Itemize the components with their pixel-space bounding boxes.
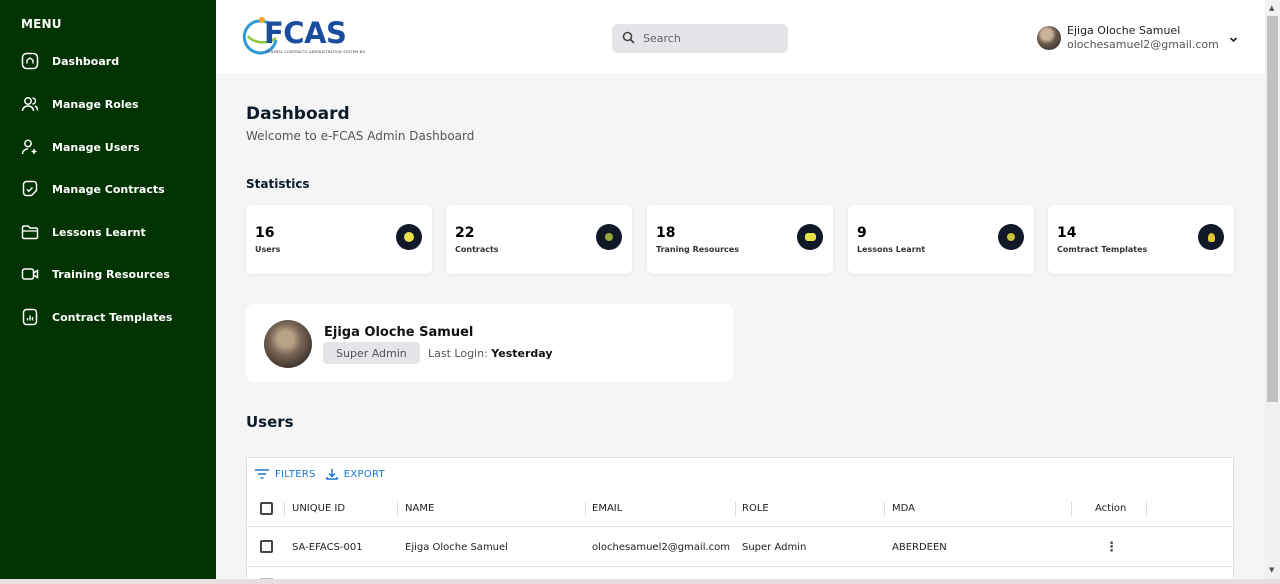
stat-card-contract-templates[interactable]: 14 Comtract Templates xyxy=(1048,205,1234,274)
sidebar-item-label: Contract Templates xyxy=(52,310,173,324)
stat-card-lessons-learnt[interactable]: 9 Lessons Learnt xyxy=(848,205,1034,274)
bottom-edge xyxy=(0,579,1280,584)
search-input[interactable] xyxy=(643,32,773,45)
sidebar-item-training-resources[interactable]: Training Resources xyxy=(21,263,170,285)
row-checkbox[interactable] xyxy=(260,540,273,553)
column-header-mda[interactable]: MDA xyxy=(892,490,915,527)
last-login-value: Yesterday xyxy=(491,347,553,360)
lessons-stat-icon xyxy=(998,224,1024,250)
search-icon xyxy=(622,29,635,48)
row-actions-menu-icon[interactable]: ⋮ xyxy=(1105,527,1118,567)
report-icon xyxy=(21,308,39,326)
chevron-down-icon[interactable] xyxy=(1229,29,1238,48)
export-button[interactable]: EXPORT xyxy=(325,468,385,480)
stat-label: Lessons Learnt xyxy=(857,245,926,254)
contract-icon xyxy=(21,180,39,198)
avatar xyxy=(264,320,312,368)
sidebar-item-label: Training Resources xyxy=(52,267,170,281)
cell-unique-id: SA-EFACS-001 xyxy=(292,541,363,553)
stat-value: 16 xyxy=(255,225,275,241)
avatar xyxy=(1037,26,1061,50)
sidebar: MENU Dashboard Manage Roles Manage Users… xyxy=(0,0,216,579)
sidebar-item-lessons-learnt[interactable]: Lessons Learnt xyxy=(21,221,146,243)
last-login: Last Login: Yesterday xyxy=(428,347,553,360)
profile-card: Ejiga Oloche Samuel Super Admin Last Log… xyxy=(246,304,733,382)
logo-text: FCAS xyxy=(264,16,347,50)
page-subtitle: Welcome to e-FCAS Admin Dashboard xyxy=(246,129,475,143)
sidebar-item-label: Manage Roles xyxy=(52,97,139,111)
users-stat-icon xyxy=(396,224,422,250)
folder-icon xyxy=(21,223,39,241)
last-login-label: Last Login: xyxy=(428,347,488,360)
logo-tagline: FEDERAL CONTRACTS ADMINISTRATION SYSTEM … xyxy=(266,50,366,54)
stat-card-contracts[interactable]: 22 Contracts xyxy=(446,205,632,274)
table-toolbar: FILTERS EXPORT xyxy=(255,467,395,481)
sidebar-item-manage-contracts[interactable]: Manage Contracts xyxy=(21,178,165,200)
cell-name: Ejiga Oloche Samuel xyxy=(405,541,508,553)
users-section-title: Users xyxy=(246,413,294,431)
column-header-role[interactable]: ROLE xyxy=(742,490,769,527)
stat-card-training-resources[interactable]: 18 Traning Resources xyxy=(647,205,833,274)
page-title: Dashboard xyxy=(246,104,350,124)
logo[interactable]: FCAS FEDERAL CONTRACTS ADMINISTRATION SY… xyxy=(242,12,366,58)
select-all-checkbox[interactable] xyxy=(260,502,273,515)
lightbulb-icon xyxy=(1198,224,1224,250)
scroll-thumb[interactable] xyxy=(1267,16,1278,402)
sidebar-item-label: Dashboard xyxy=(52,54,120,68)
download-icon xyxy=(325,469,338,480)
user-plus-icon xyxy=(21,138,39,156)
home-icon xyxy=(21,52,39,70)
top-header: FCAS FEDERAL CONTRACTS ADMINISTRATION SY… xyxy=(216,0,1265,74)
user-menu[interactable]: Ejiga Oloche Samuel olochesamuel2@gmail.… xyxy=(1037,24,1238,52)
sidebar-item-manage-users[interactable]: Manage Users xyxy=(21,136,140,158)
menu-title: MENU xyxy=(21,17,62,31)
sidebar-item-contract-templates[interactable]: Contract Templates xyxy=(21,306,172,328)
table-header: UNIQUE ID NAME EMAIL ROLE MDA Action xyxy=(247,490,1233,527)
filter-icon xyxy=(255,469,269,479)
stat-value: 9 xyxy=(857,225,867,241)
column-header-name[interactable]: NAME xyxy=(405,490,434,527)
export-label: EXPORT xyxy=(343,468,385,480)
cell-email: olochesamuel2@gmail.com xyxy=(592,541,731,553)
scroll-down-arrow-icon[interactable]: ▼ xyxy=(1269,566,1274,574)
stat-label: Users xyxy=(255,245,281,254)
stat-value: 14 xyxy=(1057,225,1077,241)
scroll-up-arrow-icon[interactable]: ▲ xyxy=(1269,4,1274,12)
stat-value: 18 xyxy=(656,225,676,241)
profile-name: Ejiga Oloche Samuel xyxy=(324,325,474,340)
sidebar-item-dashboard[interactable]: Dashboard xyxy=(21,50,119,72)
stat-label: Contracts xyxy=(455,245,499,254)
stat-label: Comtract Templates xyxy=(1057,245,1148,254)
search-box[interactable] xyxy=(612,24,788,53)
cell-role: Super Admin xyxy=(742,541,807,553)
sidebar-item-label: Manage Contracts xyxy=(52,182,165,196)
sidebar-item-label: Lessons Learnt xyxy=(52,225,146,239)
column-header-unique-id[interactable]: UNIQUE ID xyxy=(292,490,345,527)
stat-label: Traning Resources xyxy=(656,245,739,254)
header-user-email: olochesamuel2@gmail.com xyxy=(1067,38,1219,51)
header-user-name: Ejiga Oloche Samuel xyxy=(1067,24,1181,37)
column-header-email[interactable]: EMAIL xyxy=(592,490,622,527)
stat-value: 22 xyxy=(455,225,475,241)
stat-card-users[interactable]: 16 Users xyxy=(246,205,432,274)
video-icon xyxy=(21,265,39,283)
role-badge: Super Admin xyxy=(323,342,420,364)
table-row[interactable]: SA-EFACS-001 Ejiga Oloche Samuel oloches… xyxy=(247,527,1233,567)
training-stat-icon xyxy=(797,224,823,250)
users-icon xyxy=(21,95,39,113)
column-header-action: Action xyxy=(1095,503,1127,514)
contracts-stat-icon xyxy=(596,224,622,250)
filters-button[interactable]: FILTERS xyxy=(255,468,316,480)
statistics-title: Statistics xyxy=(246,177,310,191)
cell-mda: ABERDEEN xyxy=(892,541,947,553)
sidebar-item-manage-roles[interactable]: Manage Roles xyxy=(21,93,139,115)
page-scrollbar[interactable]: ▲ ▼ xyxy=(1265,0,1280,579)
sidebar-item-label: Manage Users xyxy=(52,140,140,154)
filters-label: FILTERS xyxy=(275,468,316,480)
users-table: FILTERS EXPORT UNIQUE ID NAME EMAIL ROLE… xyxy=(246,457,1234,580)
